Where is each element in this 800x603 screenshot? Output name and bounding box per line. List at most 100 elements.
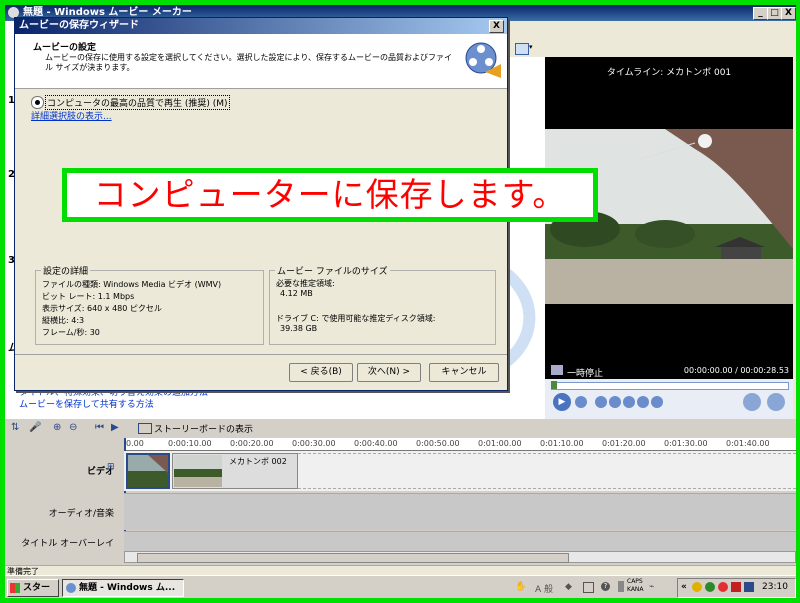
caps-indicator: CAPS <box>627 578 643 585</box>
stop-icon[interactable] <box>575 396 587 408</box>
minimize-button[interactable]: _ <box>753 7 768 20</box>
clip-2-label: メカトンボ 002 <box>229 457 287 466</box>
expand-video-track-icon[interactable]: ⊞ <box>107 462 115 472</box>
detail-file-type: ファイルの種類: Windows Media ビデオ (WMV) <box>42 280 222 289</box>
tick-label: 0:01:20.00 <box>602 439 646 448</box>
tick-label: 0:00:10.00 <box>168 439 212 448</box>
video-clip-2[interactable]: メカトンボ 002 <box>172 453 298 489</box>
tick-label: 0:00:20.00 <box>230 439 274 448</box>
wizard-header: ムービーの設定 ムービーの保存に使用する設定を選択してください。選択した設定によ… <box>15 34 507 89</box>
next-button[interactable]: 次へ(N) > <box>357 363 421 382</box>
tick-label: 0:01:40.00 <box>726 439 770 448</box>
maximize-button[interactable]: □ <box>767 7 782 20</box>
ime-options-icon[interactable]: ⌁ <box>649 582 654 592</box>
narrate-icon[interactable]: 🎤 <box>29 422 41 433</box>
wizard-close-button[interactable]: X <box>489 20 504 33</box>
settings-details-lines: ファイルの種類: Windows Media ビデオ (WMV) ビット レート… <box>42 279 221 339</box>
detail-aspect-ratio: 縦横比: 4:3 <box>42 316 85 325</box>
pause-frame-icon[interactable] <box>623 396 635 408</box>
wizard-header-title: ムービーの設定 <box>33 43 97 53</box>
seek-bar[interactable] <box>551 382 789 390</box>
close-button[interactable]: X <box>781 7 796 20</box>
title-overlay-track[interactable] <box>124 531 796 552</box>
disk-space-label: ドライブ C: で使用可能な推定ディスク領域: <box>276 314 436 323</box>
tick-label: 0:01:00.00 <box>478 439 522 448</box>
tick-label: 0:01:30.00 <box>664 439 708 448</box>
play-icon[interactable]: ▶ <box>553 393 571 411</box>
clip-2-thumbnail <box>174 455 222 487</box>
video-track-label: ビデオ <box>86 467 114 477</box>
camera-snapshot-icon[interactable] <box>767 393 785 411</box>
detail-bit-rate: ビット レート: 1.1 Mbps <box>42 292 135 301</box>
back-button[interactable]: < 戻る(B) <box>289 363 353 382</box>
start-label: スタート <box>23 583 51 593</box>
show-storyboard-button[interactable]: ストーリーボードの表示 <box>154 422 253 435</box>
clock: 23:10 <box>762 582 788 592</box>
tick-label: 0.00 <box>126 439 144 448</box>
time-ruler[interactable]: 0.00 0:00:10.00 0:00:20.00 0:00:30.00 0:… <box>124 438 796 451</box>
zoom-in-icon[interactable]: ⊕ <box>53 422 61 433</box>
storyboard-grid-icon[interactable] <box>515 43 529 55</box>
wizard-title: ムービーの保存ウィザード <box>19 20 139 31</box>
ime-tool-icon[interactable]: ◆ <box>565 582 572 592</box>
security-alert-icon[interactable] <box>692 582 702 592</box>
display-icon[interactable] <box>744 582 754 592</box>
settings-details-title: 設定の詳細 <box>41 264 91 277</box>
show-more-options-link[interactable]: 詳細選択肢の表示... <box>31 109 112 122</box>
preview-monitor: タイムライン: メカトンボ 001 一時停止 00:00:00.00 / 00:… <box>545 57 793 419</box>
set-audio-levels-icon[interactable]: ⇅ <box>11 422 19 433</box>
scrollbar-thumb[interactable] <box>137 553 569 563</box>
caption-banner: コンピューターに保存します。 <box>62 168 598 222</box>
zoom-out-icon[interactable]: ⊖ <box>69 422 77 433</box>
help-link-save-share[interactable]: ムービーを保存して共有する方法 <box>19 397 154 410</box>
chevron-down-icon[interactable]: ▾ <box>529 43 533 51</box>
tick-label: 0:01:10.00 <box>540 439 584 448</box>
antivirus-icon[interactable] <box>718 582 728 592</box>
ime-help-icon[interactable]: ? <box>601 582 610 591</box>
cancel-button[interactable]: キャンセル <box>429 363 499 382</box>
estimate-value: 4.12 MB <box>280 289 313 298</box>
best-quality-radio-label[interactable]: コンピュータの最高の品質で再生 (推奨) (M) <box>45 95 230 110</box>
settings-details-group: 設定の詳細 ファイルの種類: Windows Media ビデオ (WMV) ビ… <box>35 264 264 345</box>
rewind-icon[interactable] <box>609 396 621 408</box>
rewind-timeline-icon[interactable]: ⏮ <box>95 422 104 433</box>
wizard-divider <box>15 354 507 355</box>
movie-maker-window: 無題 - Windows ムービー メーカー _ □ X 1 2 3 ム タイト… <box>5 5 796 598</box>
tick-label: 0:00:50.00 <box>416 439 460 448</box>
movie-maker-task-icon <box>66 583 76 593</box>
storyboard-icon[interactable] <box>138 423 152 434</box>
ime-pad-icon[interactable]: ✋ <box>515 582 526 592</box>
horizontal-scrollbar[interactable] <box>124 551 796 563</box>
show-hidden-icons-icon[interactable]: « <box>681 582 687 592</box>
previous-frame-icon[interactable] <box>595 396 607 408</box>
clip-1-thumbnail <box>128 455 168 487</box>
preview-title: タイムライン: メカトンボ 001 <box>606 68 732 78</box>
forward-icon[interactable] <box>637 396 649 408</box>
task-label: 無題 - Windows ム... <box>79 583 176 593</box>
next-frame-icon[interactable] <box>651 396 663 408</box>
taskbar-movie-maker-task[interactable]: 無題 - Windows ム... <box>62 579 184 597</box>
film-reel-icon <box>465 42 501 78</box>
detail-display-size: 表示サイズ: 640 x 480 ピクセル <box>42 304 162 313</box>
empty-track-area <box>298 453 796 489</box>
split-icon[interactable] <box>551 365 563 375</box>
kana-indicator: KANA <box>627 586 644 593</box>
system-tray: « 23:10 <box>677 578 796 598</box>
ime-mode-label[interactable]: A 般 <box>535 582 553 595</box>
split-clip-icon[interactable] <box>743 393 761 411</box>
seek-handle[interactable] <box>551 381 557 389</box>
start-button[interactable]: スタート <box>7 579 59 597</box>
toolbar: ▾ <box>507 21 796 57</box>
video-clip-1[interactable] <box>126 453 170 489</box>
ime-dictionary-icon[interactable] <box>583 582 594 593</box>
volume-icon[interactable] <box>731 582 741 592</box>
best-quality-radio[interactable] <box>31 96 44 109</box>
tick-label: 0:00:40.00 <box>354 439 398 448</box>
playback-time: 00:00:00.00 / 00:00:28.53 <box>683 366 789 375</box>
audio-track[interactable] <box>124 493 796 530</box>
file-size-title: ムービー ファイルのサイズ <box>275 264 390 277</box>
title-overlay-track-label: タイトル オーバーレイ <box>21 539 114 549</box>
play-timeline-icon[interactable]: ▶ <box>111 422 119 433</box>
network-icon[interactable] <box>705 582 715 592</box>
playback-controls: ▶ <box>545 379 793 419</box>
